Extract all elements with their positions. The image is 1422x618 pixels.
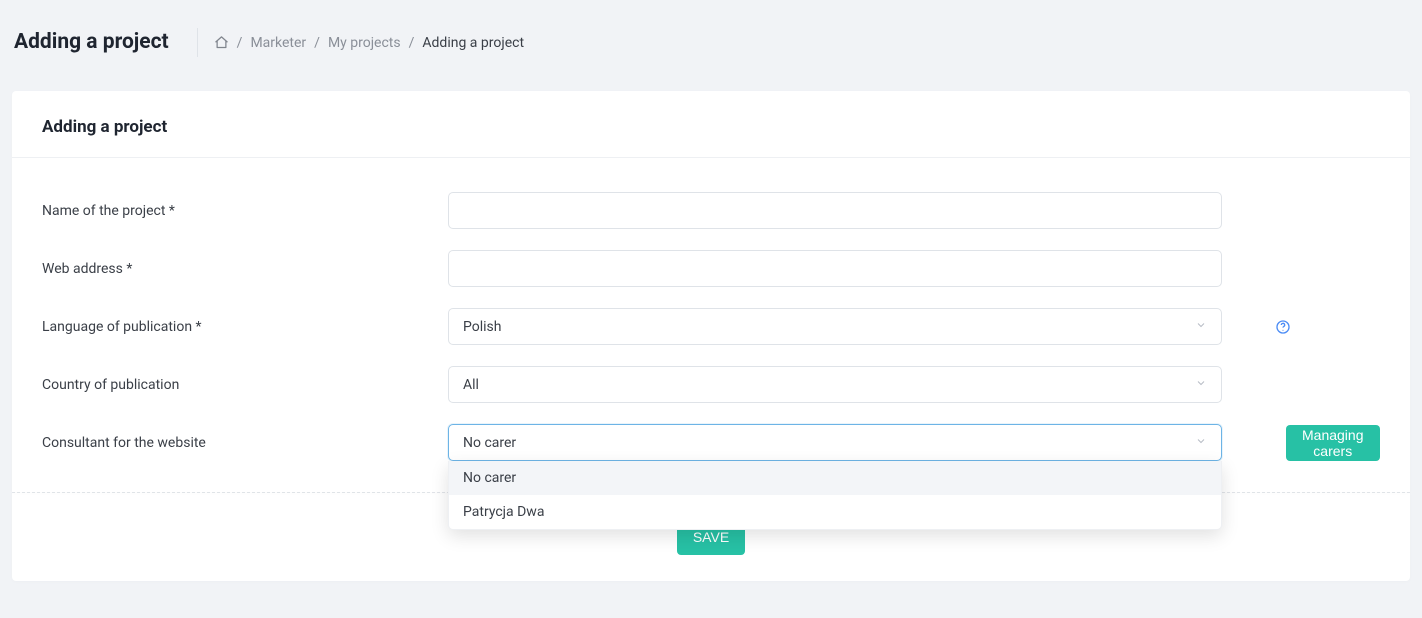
country-select[interactable]: All <box>448 366 1222 403</box>
consultant-selected-value: No carer <box>463 435 516 451</box>
name-input[interactable] <box>448 192 1222 229</box>
chevron-down-icon <box>1195 435 1207 451</box>
form-card: Adding a project Name of the project * W… <box>12 91 1410 492</box>
country-selected-value: All <box>463 377 479 393</box>
language-selected-value: Polish <box>463 319 501 335</box>
chevron-down-icon <box>1195 377 1207 393</box>
dropdown-option-patrycja-dwa[interactable]: Patrycja Dwa <box>449 495 1221 529</box>
breadcrumb-my-projects[interactable]: My projects <box>328 35 401 51</box>
card-title: Adding a project <box>12 91 1410 158</box>
breadcrumb-separator: / <box>409 35 415 51</box>
consultant-label: Consultant for the website <box>42 435 448 451</box>
breadcrumb-separator: / <box>314 35 320 51</box>
web-address-label: Web address * <box>42 261 448 277</box>
consultant-dropdown: No carer Patrycja Dwa <box>448 461 1222 530</box>
breadcrumb-marketer[interactable]: Marketer <box>250 35 306 51</box>
language-label: Language of publication * <box>42 319 448 335</box>
name-label: Name of the project * <box>42 203 448 219</box>
web-address-input[interactable] <box>448 250 1222 287</box>
managing-carers-button[interactable]: Managing carers <box>1286 425 1380 461</box>
country-label: Country of publication <box>42 377 448 393</box>
page-title: Adding a project <box>14 28 198 57</box>
chevron-down-icon <box>1195 319 1207 335</box>
language-select[interactable]: Polish <box>448 308 1222 345</box>
help-icon[interactable] <box>1274 318 1292 336</box>
home-icon[interactable] <box>214 35 229 51</box>
breadcrumb-separator: / <box>237 35 243 51</box>
consultant-select[interactable]: No carer <box>448 424 1222 461</box>
breadcrumb-current: Adding a project <box>422 35 524 51</box>
breadcrumb: / Marketer / My projects / Adding a proj… <box>214 35 524 51</box>
dropdown-option-no-carer[interactable]: No carer <box>449 461 1221 495</box>
